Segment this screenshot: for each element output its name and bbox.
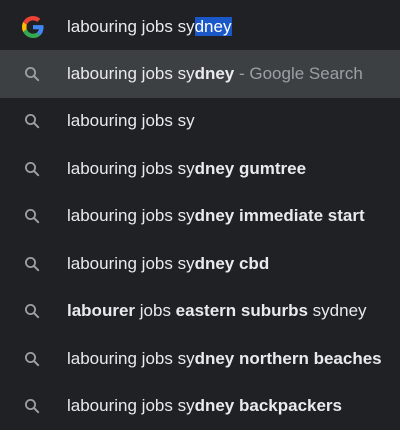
suggestion-item[interactable]: labouring jobs sydney - Google Search [0, 50, 400, 98]
suggestion-text: labouring jobs sydney gumtree [67, 158, 306, 180]
suggestion-text: labouring jobs sydney - Google Search [67, 63, 363, 85]
omnibox-input-row[interactable]: labouring jobs sydney [0, 0, 400, 52]
suggestion-bold-segment: dney backpackers [194, 396, 342, 416]
search-icon [25, 209, 40, 224]
suggestion-item[interactable]: labouring jobs sydney gumtree [0, 145, 400, 193]
suggestion-segment: labouring jobs sy [67, 206, 195, 226]
search-icon [25, 351, 40, 366]
google-g-icon [22, 16, 44, 38]
suggestion-bold-segment: dney immediate start [194, 206, 365, 226]
suggestion-item[interactable]: labouring jobs sydney immediate start [0, 193, 400, 241]
suggestion-segment: labouring jobs sy [67, 348, 195, 368]
search-icon [25, 114, 40, 129]
omnibox-input[interactable]: labouring jobs sydney [67, 16, 233, 38]
search-icon [25, 304, 40, 319]
search-icon [25, 161, 40, 176]
search-icon [25, 66, 40, 81]
suggestion-segment: labouring jobs sy [67, 63, 195, 83]
suggestion-segment: jobs [135, 301, 176, 321]
suggestion-item[interactable]: labouring jobs sydney backpackers [0, 383, 400, 430]
typed-text: labouring jobs sy [67, 17, 195, 36]
suggestion-segment: sydney [307, 301, 367, 321]
suggestion-bold-segment: dney [194, 63, 235, 83]
autocomplete-selection: dney [194, 17, 233, 36]
suggestion-bold-segment: labourer [67, 301, 136, 321]
suggestion-text: labouring jobs sydney backpackers [67, 395, 342, 417]
suggestion-bold-segment: dney gumtree [194, 158, 307, 178]
suggestion-hint: - Google Search [234, 63, 363, 83]
suggestion-item[interactable]: labouring jobs sydney northern beaches [0, 335, 400, 383]
suggestion-segment: labouring jobs sy [67, 111, 195, 131]
suggestion-text: labouring jobs sydney northern beaches [67, 348, 382, 370]
suggestion-segment: labouring jobs sy [67, 253, 195, 273]
suggestion-list: labouring jobs sydney - Google Search lab… [0, 50, 400, 430]
suggestion-segment: labouring jobs sy [67, 158, 195, 178]
suggestion-segment: labouring jobs sy [67, 396, 195, 416]
suggestion-text: labouring jobs sydney cbd [67, 253, 269, 275]
suggestion-text: labourer jobs eastern suburbs sydney [67, 300, 367, 322]
suggestion-item[interactable]: labouring jobs sy [0, 98, 400, 146]
search-icon [25, 256, 40, 271]
omnibox-dropdown: labouring jobs sydney labouring jobs syd… [0, 0, 400, 430]
suggestion-bold-segment: eastern suburbs [175, 301, 308, 321]
search-icon [25, 399, 40, 414]
suggestion-bold-segment: dney northern beaches [194, 348, 382, 368]
suggestion-item[interactable]: labourer jobs eastern suburbs sydney [0, 288, 400, 336]
suggestion-bold-segment: dney cbd [194, 253, 270, 273]
suggestion-text: labouring jobs sydney immediate start [67, 205, 365, 227]
suggestion-text: labouring jobs sy [67, 110, 195, 132]
suggestion-item[interactable]: labouring jobs sydney cbd [0, 240, 400, 288]
